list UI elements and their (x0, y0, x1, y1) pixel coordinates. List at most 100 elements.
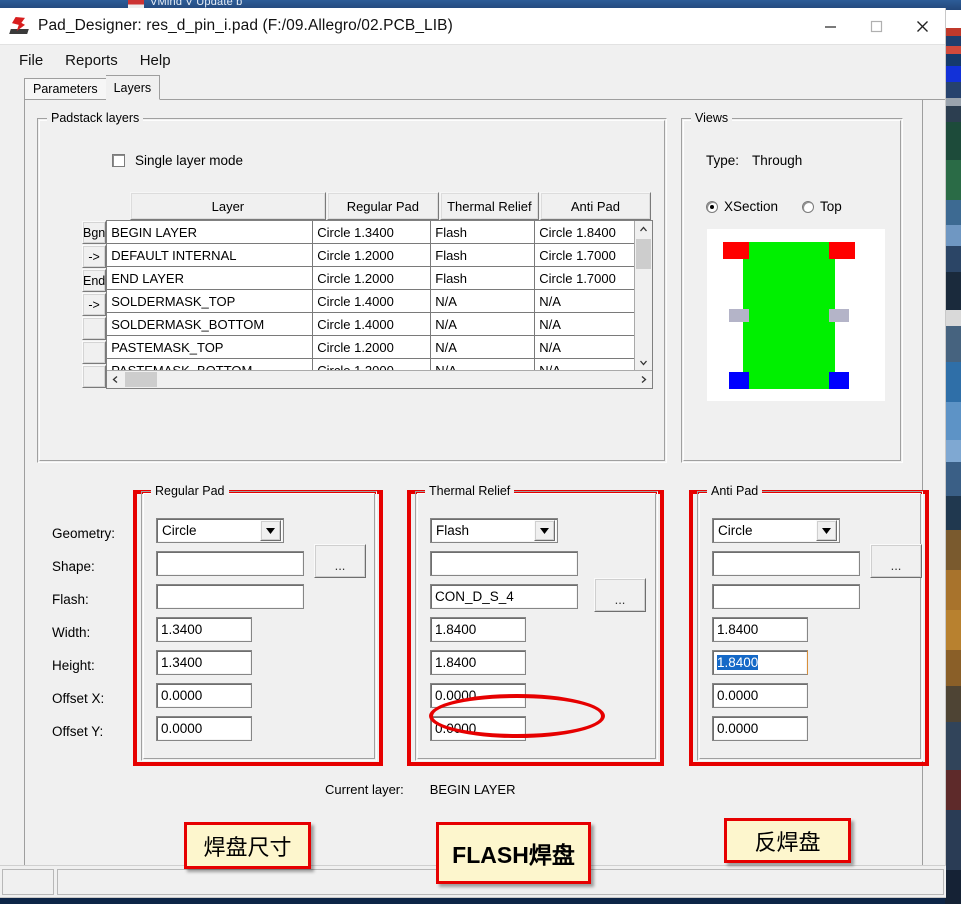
radio-top[interactable]: Top (802, 199, 842, 214)
cell-thermal[interactable]: N/A (431, 313, 536, 336)
regular-pad-flash-input[interactable] (156, 584, 304, 609)
cell-layer[interactable]: BEGIN LAYER (107, 221, 314, 244)
table-row[interactable]: END LAYER Circle 1.2000 Flash Circle 1.7… (107, 267, 653, 290)
row-button-next-2[interactable]: -> (82, 293, 107, 316)
menu-help[interactable]: Help (131, 49, 180, 72)
chevron-down-icon[interactable] (534, 520, 555, 541)
row-button-blank-2[interactable] (82, 341, 107, 364)
padstack-layers-group: Padstack layers Single layer mode Layer … (37, 111, 667, 463)
pad-designer-window: Pad_Designer: res_d_pin_i.pad (F:/09.All… (0, 8, 946, 898)
layer-table-vscrollbar[interactable] (634, 221, 653, 371)
cell-regular[interactable]: Circle 1.3400 (313, 221, 432, 244)
table-row[interactable]: BEGIN LAYER Circle 1.3400 Flash Circle 1… (107, 221, 653, 244)
row-button-end[interactable]: End (82, 269, 107, 292)
layer-grid-header-row: Layer Regular Pad Thermal Relief Anti Pa… (130, 192, 652, 220)
hscrollbar-thumb[interactable] (125, 372, 158, 387)
radio-xsection-label: XSection (724, 199, 779, 214)
anti-pad-height-input[interactable]: 1.8400 (712, 650, 808, 675)
cell-thermal[interactable]: N/A (431, 290, 536, 313)
row-button-blank-1[interactable] (82, 317, 107, 340)
anti-pad-offset-y-input[interactable]: 0.0000 (712, 716, 808, 741)
thermal-relief-shape-input[interactable] (430, 551, 578, 576)
layer-row-buttons: Bgn -> End -> (82, 220, 107, 389)
thermal-relief-offset-x-input[interactable]: 0.0000 (430, 683, 526, 708)
row-button-bgn[interactable]: Bgn (82, 221, 107, 244)
menu-file[interactable]: File (10, 49, 52, 72)
column-header-thermal-relief[interactable]: Thermal Relief (439, 192, 539, 220)
regular-pad-fields: Circle 1.3400 1.3400 0.0000 0.0000 (156, 518, 304, 749)
label-shape: Shape: (52, 559, 95, 574)
cell-thermal[interactable]: Flash (431, 221, 536, 244)
regular-pad-offset-y-input[interactable]: 0.0000 (156, 716, 252, 741)
radio-xsection-indicator[interactable] (706, 200, 718, 213)
cell-layer[interactable]: SOLDERMASK_TOP (107, 290, 314, 313)
cell-thermal[interactable]: Flash (431, 267, 536, 290)
regular-pad-title: Regular Pad (151, 484, 229, 498)
scroll-right-icon[interactable] (635, 371, 652, 388)
scroll-down-icon[interactable] (635, 354, 653, 371)
cell-layer[interactable]: SOLDERMASK_BOTTOM (107, 313, 314, 336)
regular-pad-browse-button[interactable]: ... (314, 544, 366, 578)
single-layer-mode-row[interactable]: Single layer mode (112, 153, 243, 168)
padstack-layers-title: Padstack layers (47, 111, 144, 125)
thermal-relief-geometry-select[interactable]: Flash (430, 518, 558, 543)
menu-reports[interactable]: Reports (56, 49, 127, 72)
thermal-relief-browse-button[interactable]: ... (594, 578, 646, 612)
vscrollbar-thumb[interactable] (636, 239, 652, 269)
thermal-relief-height-input[interactable]: 1.8400 (430, 650, 526, 675)
thermal-relief-width-input[interactable]: 1.8400 (430, 617, 526, 642)
minimize-icon[interactable] (807, 8, 853, 44)
background-window-title: VMind V Update b (150, 0, 243, 8)
views-type-row: Type: Through (706, 153, 802, 168)
chevron-down-icon[interactable] (816, 520, 837, 541)
scroll-up-icon[interactable] (635, 221, 653, 238)
table-row[interactable]: SOLDERMASK_BOTTOM Circle 1.4000 N/A N/A (107, 313, 653, 336)
current-layer-value: BEGIN LAYER (429, 782, 516, 797)
regular-pad-width-input[interactable]: 1.3400 (156, 617, 252, 642)
radio-xsection[interactable]: XSection (706, 199, 778, 214)
regular-pad-shape-input[interactable] (156, 551, 304, 576)
cell-layer[interactable]: DEFAULT INTERNAL (107, 244, 314, 267)
anti-pad-shape-input[interactable] (712, 551, 860, 576)
single-layer-mode-checkbox[interactable] (112, 154, 125, 167)
chevron-down-icon[interactable] (260, 520, 281, 541)
statusbar-left-panel (2, 868, 54, 895)
cell-regular[interactable]: Circle 1.4000 (313, 290, 432, 313)
cell-regular[interactable]: Circle 1.4000 (313, 313, 432, 336)
layer-table-hscrollbar[interactable] (107, 370, 653, 388)
cell-regular[interactable]: Circle 1.2000 (313, 267, 432, 290)
column-header-layer[interactable]: Layer (130, 192, 326, 220)
label-offset-x: Offset X: (52, 691, 105, 706)
scroll-left-icon[interactable] (107, 375, 124, 384)
anti-pad-width-input[interactable]: 1.8400 (712, 617, 808, 642)
column-header-regular-pad[interactable]: Regular Pad (326, 192, 439, 220)
tab-layers[interactable]: Layers (105, 75, 161, 100)
cell-thermal[interactable]: Flash (431, 244, 536, 267)
row-button-blank-3[interactable] (82, 365, 107, 388)
cell-layer[interactable]: PASTEMASK_TOP (107, 336, 314, 359)
regular-pad-height-input[interactable]: 1.3400 (156, 650, 252, 675)
anti-pad-offset-x-input[interactable]: 0.0000 (712, 683, 808, 708)
window-titlebar[interactable]: Pad_Designer: res_d_pin_i.pad (F:/09.All… (0, 8, 945, 45)
column-header-anti-pad[interactable]: Anti Pad (539, 192, 652, 220)
cell-thermal[interactable]: N/A (431, 336, 536, 359)
tab-parameters[interactable]: Parameters (24, 78, 106, 100)
regular-pad-geometry-select[interactable]: Circle (156, 518, 284, 543)
table-row[interactable]: PASTEMASK_TOP Circle 1.2000 N/A N/A (107, 336, 653, 359)
table-row[interactable]: SOLDERMASK_TOP Circle 1.4000 N/A N/A (107, 290, 653, 313)
thermal-relief-flash-input[interactable]: CON_D_S_4 (430, 584, 578, 609)
radio-top-indicator[interactable] (802, 200, 815, 213)
anti-pad-browse-button[interactable]: ... (870, 544, 922, 578)
current-layer-label: Current layer: (325, 782, 404, 797)
cell-regular[interactable]: Circle 1.2000 (313, 244, 432, 267)
cell-layer[interactable]: END LAYER (107, 267, 314, 290)
regular-pad-offset-x-input[interactable]: 0.0000 (156, 683, 252, 708)
anti-pad-flash-input[interactable] (712, 584, 860, 609)
close-icon[interactable] (899, 8, 945, 44)
row-button-next-1[interactable]: -> (82, 245, 107, 268)
thermal-relief-offset-y-input[interactable]: 0.0000 (430, 716, 526, 741)
anti-pad-geometry-select[interactable]: Circle (712, 518, 840, 543)
table-row[interactable]: DEFAULT INTERNAL Circle 1.2000 Flash Cir… (107, 244, 653, 267)
cell-regular[interactable]: Circle 1.2000 (313, 336, 432, 359)
maximize-icon[interactable] (853, 8, 899, 44)
